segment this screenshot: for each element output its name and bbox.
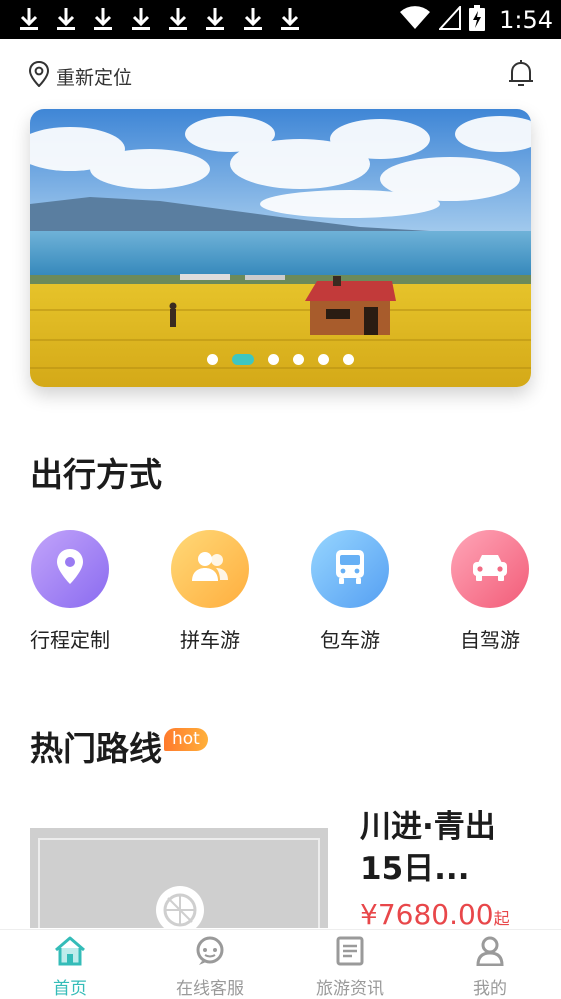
download-icon — [204, 6, 226, 32]
route-title[interactable]: 川进·青出15日... — [360, 806, 520, 890]
news-icon — [335, 936, 365, 970]
user-icon — [475, 936, 505, 970]
bus-icon — [333, 548, 367, 590]
location-pin-icon — [53, 547, 87, 591]
carousel-dot[interactable] — [232, 354, 254, 365]
route-thumbnail[interactable] — [30, 828, 328, 934]
carousel-dot[interactable] — [207, 354, 218, 365]
hot-badge: hot — [164, 727, 208, 751]
tab-travel-news[interactable]: 旅游资讯 — [280, 936, 420, 999]
carousel-dot[interactable] — [343, 354, 354, 365]
mode-label: 拼车游 — [180, 628, 240, 652]
carousel-dot[interactable] — [293, 354, 304, 365]
download-icon — [279, 6, 301, 32]
mode-icon-circle — [311, 530, 389, 608]
hot-routes-title-row: 热门路线 hot — [30, 722, 208, 770]
download-icon — [18, 6, 40, 32]
home-icon — [53, 936, 87, 970]
relocate-button[interactable]: 重新定位 — [28, 60, 133, 91]
mode-label: 包车游 — [320, 628, 380, 652]
hot-routes-title: 热门路线 — [30, 729, 162, 768]
wifi-icon — [399, 5, 431, 34]
mode-chartered-bus[interactable]: 包车游 — [290, 530, 410, 653]
tab-mine[interactable]: 我的 — [420, 936, 560, 999]
battery-icon — [469, 4, 486, 35]
download-icon — [55, 6, 77, 32]
route-price-suffix: 起 — [493, 909, 510, 928]
travel-modes-title: 出行方式 — [30, 455, 162, 494]
mode-label: 自驾游 — [460, 628, 520, 652]
mode-custom-trip[interactable]: 行程定制 — [10, 530, 130, 653]
tab-label: 在线客服 — [176, 979, 244, 999]
cell-signal-icon — [437, 3, 462, 34]
download-icon — [242, 6, 264, 32]
download-icon — [130, 6, 152, 32]
location-pin-icon — [28, 60, 50, 91]
download-icon — [167, 6, 189, 32]
banner-carousel[interactable] — [30, 109, 531, 387]
tab-label: 我的 — [473, 979, 507, 999]
tab-home[interactable]: 首页 — [0, 936, 140, 999]
tab-label: 旅游资讯 — [316, 979, 384, 999]
download-icon — [92, 6, 114, 32]
banner-image — [30, 109, 531, 387]
status-bar: 1:54 — [0, 0, 561, 39]
people-icon — [190, 550, 230, 588]
carousel-dots — [30, 354, 531, 365]
car-icon — [470, 551, 510, 587]
relocate-label: 重新定位 — [56, 66, 133, 89]
app-header: 重新定位 — [0, 39, 561, 109]
tab-label: 首页 — [53, 979, 87, 999]
carousel-dot[interactable] — [268, 354, 279, 365]
carousel-dot[interactable] — [318, 354, 329, 365]
mode-icon-circle — [171, 530, 249, 608]
route-price-value: ¥7680.00 — [360, 898, 494, 931]
clock-time: 1:54 — [499, 5, 553, 34]
chat-icon — [194, 936, 226, 970]
travel-modes: 行程定制 拼车游 包车游 自驾游 — [0, 530, 561, 660]
mode-self-drive[interactable]: 自驾游 — [430, 530, 550, 653]
mode-carpool[interactable]: 拼车游 — [150, 530, 270, 653]
bottom-tab-bar: 首页 在线客服 旅游资讯 我的 — [0, 929, 561, 999]
tab-online-service[interactable]: 在线客服 — [140, 936, 280, 999]
mode-label: 行程定制 — [30, 628, 110, 652]
mode-icon-circle — [451, 530, 529, 608]
bell-icon[interactable] — [507, 59, 535, 89]
mode-icon-circle — [31, 530, 109, 608]
